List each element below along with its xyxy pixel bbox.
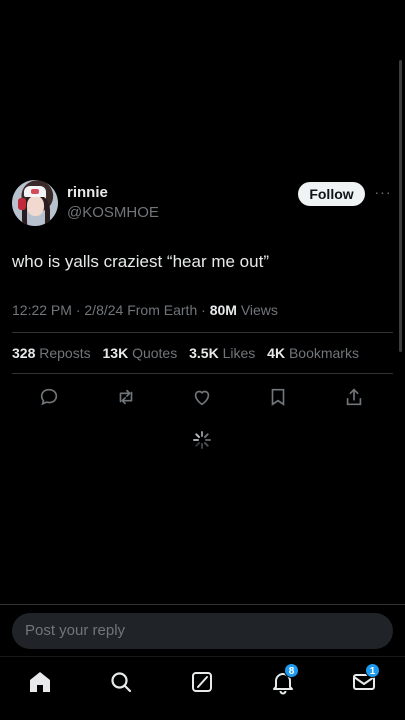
follow-button[interactable]: Follow — [298, 182, 365, 206]
scrollbar[interactable] — [399, 60, 402, 352]
notifications-icon[interactable]: 8 — [270, 663, 299, 695]
divider — [12, 373, 393, 374]
tweet-author-row: rinnie @KOSMHOE Follow ··· — [12, 180, 393, 228]
like-icon[interactable] — [191, 386, 213, 408]
author-handle[interactable]: @KOSMHOE — [67, 204, 159, 221]
repost-icon[interactable] — [115, 386, 137, 408]
engagement-stats: 328 Reposts 13K Quotes 3.5K Likes 4K Boo… — [12, 345, 393, 361]
messages-badge: 1 — [365, 663, 380, 678]
tweet-actions — [38, 386, 368, 408]
stat-reposts[interactable]: 328 Reposts — [12, 345, 91, 361]
tweet-date: 2/8/24 — [84, 302, 124, 318]
reply-input[interactable]: Post your reply — [25, 622, 125, 639]
home-icon[interactable] — [27, 669, 53, 695]
reply-icon[interactable] — [38, 386, 60, 408]
author-display-name[interactable]: rinnie — [67, 184, 108, 201]
bottom-navigation: 8 1 — [0, 656, 405, 720]
tweet-time: 12:22 PM — [12, 302, 72, 318]
tweet-meta: 12:22 PM · 2/8/24 From Earth · 80M Views — [12, 302, 278, 318]
views-label[interactable]: Views — [241, 302, 278, 318]
search-icon[interactable] — [108, 669, 134, 695]
stat-bookmarks[interactable]: 4K Bookmarks — [267, 345, 359, 361]
messages-icon[interactable]: 1 — [351, 663, 380, 695]
grok-icon[interactable] — [189, 669, 215, 695]
notifications-badge: 8 — [284, 663, 299, 678]
tweet-source: From Earth — [127, 302, 198, 318]
more-options-icon[interactable]: ··· — [373, 184, 393, 204]
loading-spinner-icon — [192, 430, 212, 450]
stat-quotes[interactable]: 13K Quotes — [103, 345, 178, 361]
reply-bar[interactable]: Post your reply — [12, 613, 393, 649]
meta-separator: · — [201, 302, 210, 318]
avatar[interactable] — [12, 180, 58, 226]
divider — [0, 604, 405, 605]
divider — [12, 332, 393, 333]
bookmark-icon[interactable] — [267, 386, 289, 408]
tweet-text: who is yalls craziest “hear me out” — [12, 252, 269, 271]
share-icon[interactable] — [343, 386, 365, 408]
views-count: 80M — [209, 302, 237, 318]
stat-likes[interactable]: 3.5K Likes — [189, 345, 255, 361]
